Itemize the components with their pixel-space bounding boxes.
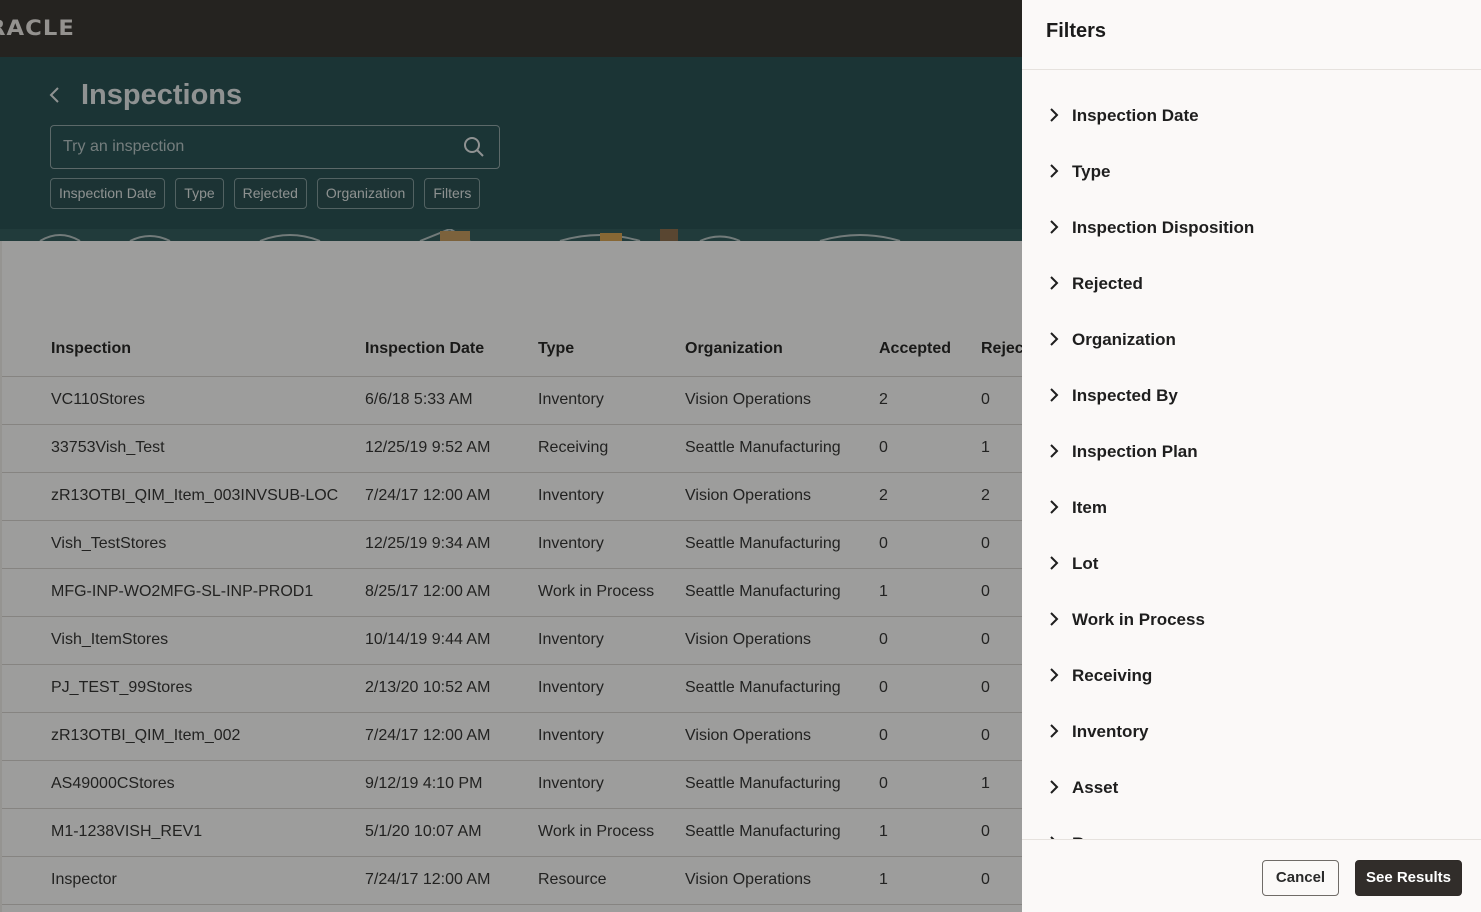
filter-item-label: Inspection Date bbox=[1072, 106, 1199, 125]
filter-item-label: Type bbox=[1072, 162, 1111, 181]
filter-item-label: Inspection Disposition bbox=[1072, 218, 1255, 237]
drawer-title: Filters bbox=[1046, 20, 1107, 42]
filter-item[interactable]: Inspection Plan bbox=[1022, 424, 1481, 480]
filter-item[interactable]: Receiving bbox=[1022, 648, 1481, 704]
divider bbox=[1022, 839, 1481, 840]
filters-drawer: Filters Inspection Date Type Inspection Di… bbox=[1022, 0, 1481, 912]
modal-scrim[interactable] bbox=[0, 0, 1022, 912]
filter-item[interactable]: Organization bbox=[1022, 312, 1481, 368]
filter-item[interactable]: Lot bbox=[1022, 536, 1481, 592]
filter-item[interactable]: Inspected By bbox=[1022, 368, 1481, 424]
filter-item-label: Lot bbox=[1072, 554, 1099, 573]
filter-item-label: Inspected By bbox=[1072, 386, 1178, 405]
chevron-right-icon bbox=[1050, 388, 1059, 402]
filter-item[interactable]: Rejected bbox=[1022, 256, 1481, 312]
chevron-right-icon bbox=[1050, 444, 1059, 458]
see-results-button[interactable]: See Results bbox=[1355, 860, 1462, 896]
filter-item-label: Receiving bbox=[1072, 666, 1153, 685]
filter-item[interactable]: Item bbox=[1022, 480, 1481, 536]
chevron-right-icon bbox=[1050, 780, 1059, 794]
chevron-right-icon bbox=[1050, 332, 1059, 346]
filter-item[interactable]: Resource bbox=[1022, 816, 1481, 839]
filter-item-label: Rejected bbox=[1072, 274, 1143, 293]
chevron-right-icon bbox=[1050, 108, 1059, 122]
chevron-right-icon bbox=[1050, 612, 1059, 626]
chevron-right-icon bbox=[1050, 220, 1059, 234]
filter-item-label: Organization bbox=[1072, 330, 1176, 349]
divider bbox=[1022, 69, 1481, 70]
filter-item[interactable]: Inventory bbox=[1022, 704, 1481, 760]
chevron-right-icon bbox=[1050, 276, 1059, 290]
filter-item-label: Item bbox=[1072, 498, 1107, 517]
chevron-right-icon bbox=[1050, 668, 1059, 682]
filter-item[interactable]: Inspection Disposition bbox=[1022, 200, 1481, 256]
chevron-right-icon bbox=[1050, 724, 1059, 738]
chevron-right-icon bbox=[1050, 164, 1059, 178]
cancel-button[interactable]: Cancel bbox=[1262, 860, 1339, 896]
filter-item-label: Inspection Plan bbox=[1072, 442, 1198, 461]
filter-item[interactable]: Type bbox=[1022, 144, 1481, 200]
filter-item[interactable]: Inspection Date bbox=[1022, 88, 1481, 144]
filter-item-label: Work in Process bbox=[1072, 610, 1205, 629]
filter-item[interactable]: Work in Process bbox=[1022, 592, 1481, 648]
chevron-right-icon bbox=[1050, 556, 1059, 570]
filter-list[interactable]: Inspection Date Type Inspection Dispositio… bbox=[1022, 88, 1481, 839]
filter-item[interactable]: Asset bbox=[1022, 760, 1481, 816]
filter-item-label: Inventory bbox=[1072, 722, 1149, 741]
filter-item-label: Asset bbox=[1072, 778, 1119, 797]
chevron-right-icon bbox=[1050, 500, 1059, 514]
